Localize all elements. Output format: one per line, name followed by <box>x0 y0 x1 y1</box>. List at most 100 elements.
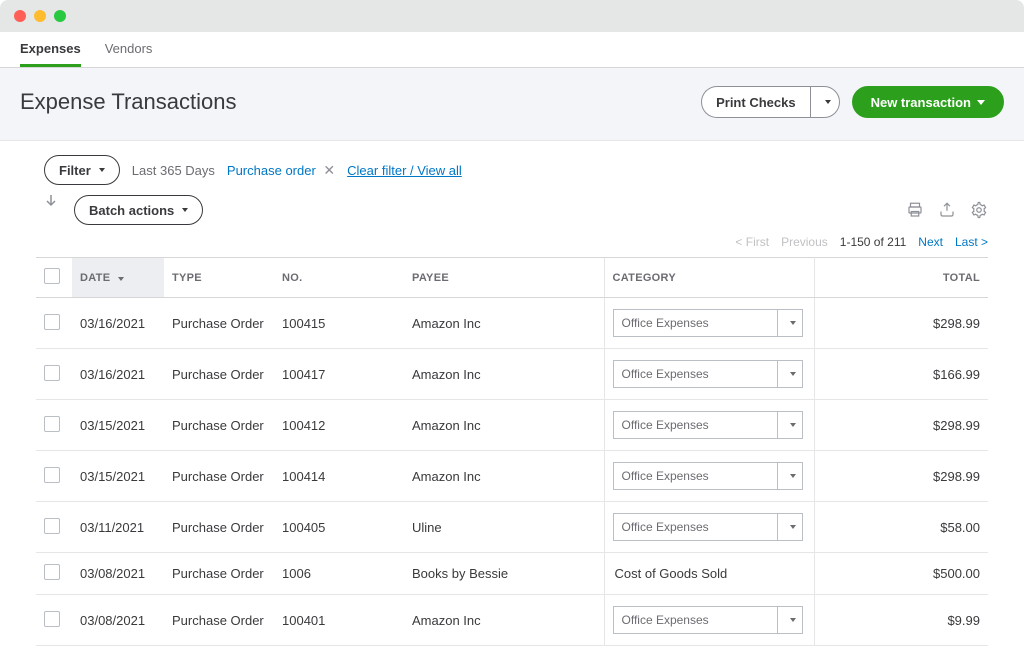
cell-date: 03/15/2021 <box>72 451 164 502</box>
category-select-toggle[interactable] <box>777 462 803 490</box>
filter-button[interactable]: Filter <box>44 155 120 185</box>
category-select-toggle[interactable] <box>777 309 803 337</box>
print-checks-dropdown[interactable] <box>810 86 840 118</box>
select-all-checkbox[interactable] <box>44 268 60 284</box>
page-last[interactable]: Last > <box>955 235 988 249</box>
close-window-icon[interactable] <box>14 10 26 22</box>
filter-range-text: Last 365 Days <box>132 163 215 178</box>
table-row[interactable]: 03/16/2021Purchase Order100417Amazon Inc… <box>36 349 988 400</box>
filter-chip-purchase-order[interactable]: Purchase order <box>227 163 316 178</box>
chevron-down-icon <box>790 474 796 478</box>
cell-total: $500.00 <box>814 553 988 595</box>
clear-filter-link[interactable]: Clear filter / View all <box>347 163 462 178</box>
cell-category: Cost of Goods Sold <box>604 553 814 595</box>
cell-date: 03/16/2021 <box>72 298 164 349</box>
row-checkbox[interactable] <box>44 365 60 381</box>
new-transaction-button[interactable]: New transaction <box>852 86 1004 118</box>
chevron-down-icon <box>790 372 796 376</box>
table-row[interactable]: 03/11/2021Purchase Order100405UlineOffic… <box>36 502 988 553</box>
category-select[interactable]: Office Expenses <box>613 360 803 388</box>
table-row[interactable]: 03/08/2021Purchase Order1006Books by Bes… <box>36 553 988 595</box>
category-select[interactable]: Office Expenses <box>613 309 803 337</box>
cell-type: Purchase Order <box>164 595 274 646</box>
category-text: Cost of Goods Sold <box>613 566 806 581</box>
row-checkbox[interactable] <box>44 416 60 432</box>
settings-gear-icon[interactable] <box>970 201 988 219</box>
filter-toolbar: Filter Last 365 Days Purchase order ✕ Cl… <box>0 141 1024 231</box>
maximize-window-icon[interactable] <box>54 10 66 22</box>
cell-category: Office Expenses <box>604 595 814 646</box>
table-row[interactable]: 03/16/2021Purchase Order100415Amazon Inc… <box>36 298 988 349</box>
print-icon[interactable] <box>906 201 924 219</box>
cell-payee: Amazon Inc <box>404 298 604 349</box>
col-header-date[interactable]: DATE <box>72 258 164 298</box>
page-title: Expense Transactions <box>20 89 701 115</box>
transactions-table: DATE TYPE NO. PAYEE CATEGORY TOTAL 03/16… <box>36 257 988 646</box>
cell-total: $166.99 <box>814 349 988 400</box>
cell-total: $298.99 <box>814 298 988 349</box>
row-checkbox[interactable] <box>44 564 60 580</box>
window-traffic-lights <box>0 0 1024 32</box>
category-select[interactable]: Office Expenses <box>613 606 803 634</box>
minimize-window-icon[interactable] <box>34 10 46 22</box>
print-checks-split-button[interactable]: Print Checks <box>701 86 839 118</box>
category-select-value: Office Expenses <box>613 462 777 490</box>
cell-category: Office Expenses <box>604 400 814 451</box>
export-icon[interactable] <box>938 201 956 219</box>
category-select[interactable]: Office Expenses <box>613 513 803 541</box>
cell-no: 100417 <box>274 349 404 400</box>
chevron-down-icon <box>977 100 985 105</box>
table-row[interactable]: 03/08/2021Purchase Order100401Amazon Inc… <box>36 595 988 646</box>
category-select-toggle[interactable] <box>777 513 803 541</box>
batch-actions-button[interactable]: Batch actions <box>74 195 203 225</box>
category-select-toggle[interactable] <box>777 606 803 634</box>
cell-no: 100415 <box>274 298 404 349</box>
category-select[interactable]: Office Expenses <box>613 462 803 490</box>
tab-expenses[interactable]: Expenses <box>20 32 81 67</box>
page-previous: Previous <box>781 235 828 249</box>
cell-total: $9.99 <box>814 595 988 646</box>
filter-label: Filter <box>59 163 91 178</box>
category-select-toggle[interactable] <box>777 411 803 439</box>
cell-no: 100414 <box>274 451 404 502</box>
cell-date: 03/08/2021 <box>72 595 164 646</box>
row-checkbox[interactable] <box>44 314 60 330</box>
cell-payee: Amazon Inc <box>404 595 604 646</box>
batch-actions-label: Batch actions <box>89 203 174 218</box>
cell-category: Office Expenses <box>604 451 814 502</box>
category-select[interactable]: Office Expenses <box>613 411 803 439</box>
category-select-value: Office Expenses <box>613 513 777 541</box>
category-select-value: Office Expenses <box>613 360 777 388</box>
cell-category: Office Expenses <box>604 349 814 400</box>
table-header-row: DATE TYPE NO. PAYEE CATEGORY TOTAL <box>36 258 988 298</box>
col-header-type[interactable]: TYPE <box>164 258 274 298</box>
chevron-down-icon <box>182 208 188 212</box>
cell-type: Purchase Order <box>164 349 274 400</box>
page-next[interactable]: Next <box>918 235 943 249</box>
category-select-value: Office Expenses <box>613 309 777 337</box>
row-checkbox[interactable] <box>44 611 60 627</box>
collapse-arrow-icon[interactable] <box>44 193 58 214</box>
cell-type: Purchase Order <box>164 502 274 553</box>
category-select-toggle[interactable] <box>777 360 803 388</box>
cell-total: $298.99 <box>814 451 988 502</box>
col-header-payee[interactable]: PAYEE <box>404 258 604 298</box>
tab-vendors[interactable]: Vendors <box>105 32 153 67</box>
table-row[interactable]: 03/15/2021Purchase Order100414Amazon Inc… <box>36 451 988 502</box>
row-checkbox[interactable] <box>44 467 60 483</box>
new-transaction-label: New transaction <box>871 95 971 110</box>
print-checks-button[interactable]: Print Checks <box>701 86 809 118</box>
pagination-bar: < First Previous 1-150 of 211 Next Last … <box>0 231 1024 257</box>
col-header-date-label: DATE <box>80 272 110 284</box>
cell-payee: Books by Bessie <box>404 553 604 595</box>
col-header-no[interactable]: NO. <box>274 258 404 298</box>
table-row[interactable]: 03/15/2021Purchase Order100412Amazon Inc… <box>36 400 988 451</box>
cell-total: $298.99 <box>814 400 988 451</box>
chevron-down-icon <box>825 100 831 104</box>
cell-payee: Amazon Inc <box>404 451 604 502</box>
col-header-total[interactable]: TOTAL <box>814 258 988 298</box>
cell-date: 03/15/2021 <box>72 400 164 451</box>
page-header: Expense Transactions Print Checks New tr… <box>0 68 1024 141</box>
col-header-category[interactable]: CATEGORY <box>604 258 814 298</box>
remove-filter-chip-icon[interactable]: ✕ <box>323 162 335 178</box>
